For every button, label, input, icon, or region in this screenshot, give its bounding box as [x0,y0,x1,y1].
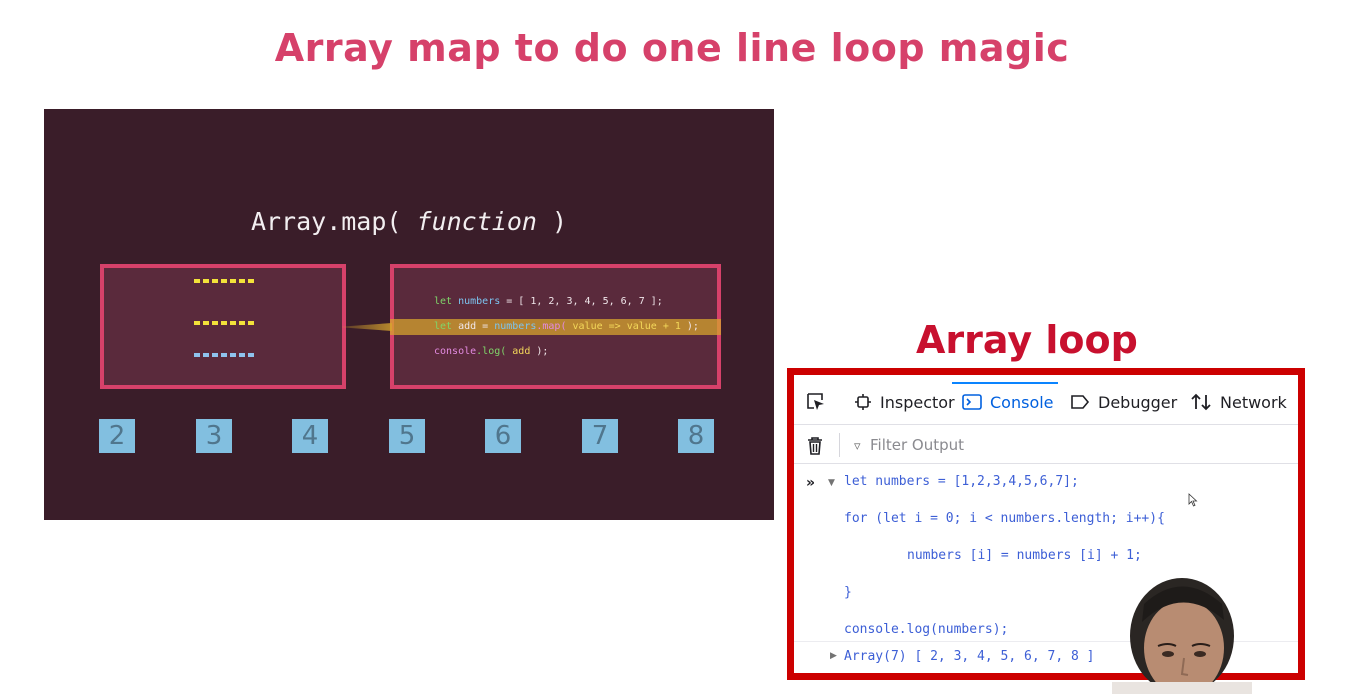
call-end: ); [680,321,699,332]
filter-separator [839,433,840,457]
input-array-box [100,264,346,389]
console-icon [962,394,982,410]
var-numbers: numbers [494,321,537,332]
result-tile: 3 [196,419,232,453]
arrow-function: value => value + 1 [566,321,681,332]
network-icon [1191,393,1211,411]
var-add: add [458,321,477,332]
result-tile: 8 [678,419,714,453]
filter-icon: ▿ [854,439,861,454]
devtools-toolbar: Inspector Console Debugger Network [794,375,1298,425]
dotted-line-yellow-1 [194,279,256,283]
keyword-let: let [434,321,453,332]
tab-label: Debugger [1098,392,1178,412]
expand-arrow-icon[interactable]: ▶ [830,651,837,661]
dotted-line-yellow-2 [194,321,256,325]
inspector-icon [855,394,871,410]
tab-debugger[interactable]: Debugger [1070,391,1177,413]
console-code-line: for (let i = 0; i < numbers.length; i++)… [844,511,1165,526]
console-code-line: console.log(numbers); [844,622,1009,637]
console-result[interactable]: Array(7) [ 2, 3, 4, 5, 6, 7, 8 ] [844,649,1094,664]
heading-function: function [416,207,537,236]
console-obj: console [434,346,477,357]
tab-label: Console [990,392,1054,412]
heading-prefix: Array.map( [250,207,402,236]
var-numbers: numbers [458,296,501,307]
map-call: .map( [536,321,567,332]
array-loop-title: Array loop [916,318,1138,362]
active-tab-indicator [952,382,1058,384]
result-tile: 6 [485,419,521,453]
trash-icon[interactable] [806,436,824,456]
dotted-line-blue [194,353,256,357]
collapse-arrow-icon[interactable]: ▼ [828,478,835,488]
result-tile: 5 [389,419,425,453]
console-code-line: numbers [i] = numbers [i] + 1; [907,548,1142,563]
code-line-2: let add = numbers.map( value => value + … [434,321,699,332]
keyword-let: let [434,296,453,307]
console-prompt-icon: » [806,475,816,491]
filter-bar: ▿ [794,426,1298,464]
tab-label: Network [1220,392,1287,412]
mouse-cursor-icon [1188,493,1198,507]
debugger-icon [1071,395,1090,409]
log-arg: add [506,346,531,357]
presenter-webcam [1112,578,1252,694]
element-picker-icon[interactable] [806,392,826,412]
tab-label: Inspector [880,392,955,412]
heading-suffix: ) [552,207,568,236]
array-literal: = [ 1, 2, 3, 4, 5, 6, 7 ]; [500,296,663,307]
result-tile: 4 [292,419,328,453]
result-tile: 2 [99,419,135,453]
tab-network[interactable]: Network [1190,391,1287,413]
call-end: ); [530,346,549,357]
animation-panel: Array.map( function ) let numbers = [ 1,… [44,109,774,520]
filter-output-input[interactable] [870,435,1170,455]
code-line-3: console.log( add ); [434,346,548,357]
equals: = [476,321,495,332]
tab-inspector[interactable]: Inspector [854,391,955,413]
map-heading: Array.map( function ) [44,207,774,236]
result-tile: 7 [582,419,618,453]
console-code-line: let numbers = [1,2,3,4,5,6,7]; [844,474,1079,489]
slide-title: Array map to do one line loop magic [274,26,1070,70]
highlight-beam [342,323,392,331]
code-line-1: let numbers = [ 1, 2, 3, 4, 5, 6, 7 ]; [434,296,663,307]
console-code-line: } [844,585,852,600]
log-call: .log( [476,346,507,357]
tab-console[interactable]: Console [962,391,1054,413]
